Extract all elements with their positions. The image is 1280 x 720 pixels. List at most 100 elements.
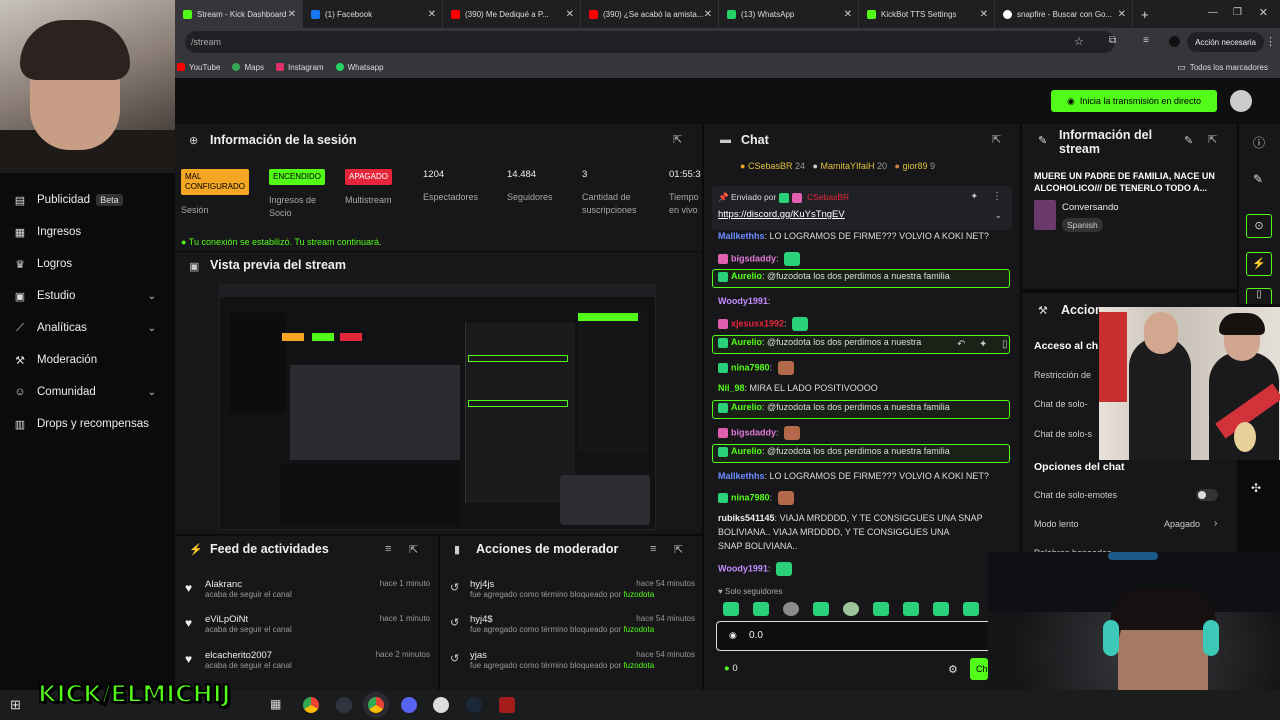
- chat-username[interactable]: nina7980: [731, 362, 770, 372]
- edit-icon[interactable]: ✎: [1184, 134, 1193, 147]
- profile-icon[interactable]: [1169, 36, 1180, 47]
- bookmark-youtube[interactable]: YouTube: [177, 63, 220, 72]
- sidebar-item-logros[interactable]: ♛ Logros: [14, 253, 164, 275]
- emote-icon[interactable]: [903, 602, 919, 616]
- sidebar-item-ingresos[interactable]: ▦ Ingresos: [14, 221, 164, 243]
- new-tab-button[interactable]: +: [1133, 0, 1157, 28]
- chat-username[interactable]: bigsdaddy: [731, 427, 776, 437]
- subs-only-option[interactable]: Chat de solo-s: [1034, 429, 1092, 439]
- pencil-icon[interactable]: ✎: [1253, 172, 1263, 186]
- tab-youtube-2[interactable]: (390) ¿Se acabó la amista... ✕: [581, 0, 719, 28]
- category-name[interactable]: Conversando: [1062, 202, 1119, 213]
- chat-message[interactable]: bigsdaddy:: [718, 426, 801, 440]
- settings-gear-icon[interactable]: ⚙: [948, 663, 958, 676]
- all-bookmarks[interactable]: ▭ Todos los marcadores: [1177, 62, 1268, 73]
- chevron-right-icon[interactable]: ›: [1214, 518, 1217, 529]
- media-control-icon[interactable]: ≡: [1143, 35, 1149, 46]
- share-icon[interactable]: ✣: [1251, 481, 1261, 495]
- discord-icon[interactable]: [401, 697, 417, 713]
- close-tab-icon[interactable]: ✕: [704, 9, 712, 20]
- close-tab-icon[interactable]: ✕: [428, 9, 436, 20]
- chat-message[interactable]: BOLIVIANA.. VIAJA MRDDDD, Y TE CONSIGGUE…: [718, 527, 950, 537]
- chat-message[interactable]: bigsdaddy:: [718, 252, 801, 266]
- popout-icon[interactable]: ⇱: [1208, 133, 1217, 146]
- sidebar-item-drops[interactable]: ▥ Drops y recompensas: [14, 413, 164, 435]
- minimize-icon[interactable]: —: [1208, 7, 1218, 18]
- bookmark-maps[interactable]: Maps: [232, 63, 264, 72]
- chat-message[interactable]: SNAP BOLIVIANA..: [718, 541, 797, 551]
- close-tab-icon[interactable]: ✕: [980, 9, 988, 20]
- extension-icon[interactable]: ⧉: [1109, 35, 1116, 46]
- chat-username[interactable]: Nil_98: [718, 383, 745, 393]
- mic-icon[interactable]: ◉: [729, 630, 737, 641]
- emote-icon[interactable]: [783, 602, 799, 616]
- sidebar-item-analiticas[interactable]: ⟋ Analíticas ⌄: [14, 317, 164, 339]
- popout-icon[interactable]: ⇱: [409, 543, 418, 556]
- sidebar-item-estudio[interactable]: ▣ Estudio ⌄: [14, 285, 164, 307]
- chat-message[interactable]: Aurelio: @fuzodota los dos perdimos a nu…: [718, 446, 950, 457]
- delete-icon[interactable]: ▯: [1002, 339, 1008, 350]
- chat-message[interactable]: Aurelio: @fuzodota los dos perdimos a nu…: [718, 337, 921, 348]
- sidebar-item-moderacion[interactable]: ⚒ Moderación: [14, 349, 164, 371]
- slow-mode-value[interactable]: Apagado: [1164, 519, 1200, 529]
- popout-icon[interactable]: ⇱: [674, 543, 683, 556]
- tab-whatsapp[interactable]: (13) WhatsApp ✕: [719, 0, 859, 28]
- emotes-only-toggle[interactable]: [1196, 489, 1218, 501]
- tab-kickbot[interactable]: KickBot TTS Settings ✕: [859, 0, 995, 28]
- chat-message[interactable]: nina7980:: [718, 491, 794, 505]
- emote-icon[interactable]: [753, 602, 769, 616]
- user-avatar[interactable]: [1230, 90, 1252, 112]
- chat-username[interactable]: Woody1991: [718, 296, 768, 306]
- close-tab-icon[interactable]: ✕: [844, 9, 852, 20]
- app-icon[interactable]: [433, 697, 449, 713]
- chat-username[interactable]: xjesusx1992: [731, 318, 784, 328]
- emote-icon[interactable]: [963, 602, 979, 616]
- chat-message[interactable]: xjesusx1992:: [718, 317, 809, 331]
- chat-username[interactable]: bigsdaddy: [731, 253, 776, 263]
- bookmark-instagram[interactable]: Instagram: [276, 63, 324, 72]
- menu-dots-icon[interactable]: ⋮: [1265, 35, 1276, 48]
- start-live-button[interactable]: ◉ Inicia la transmisión en directo: [1051, 90, 1217, 112]
- slow-mode-option[interactable]: Modo lento: [1034, 519, 1079, 529]
- chat-username[interactable]: rubiks541145: [718, 513, 775, 523]
- windows-start-icon[interactable]: ⊞: [10, 697, 21, 713]
- chat-message[interactable]: rubiks541145: VIAJA MRDDDD, Y TE CONSIGG…: [718, 513, 983, 523]
- chat-message[interactable]: Mallkethhs: LO LOGRAMOS DE FIRME??? VOLV…: [718, 471, 989, 481]
- info-icon[interactable]: ⓘ: [1253, 134, 1265, 151]
- sidebar-item-publicidad[interactable]: ▤ Publicidad Beta: [14, 189, 164, 211]
- bolt-icon[interactable]: ⚡: [1246, 252, 1272, 276]
- camera-icon[interactable]: ⊙: [1246, 214, 1272, 238]
- chat-message[interactable]: Nil_98: MIRA EL LADO POSITIVOOOO: [718, 383, 878, 393]
- chrome-icon[interactable]: [303, 697, 319, 713]
- chat-username[interactable]: Aurelio: [731, 402, 762, 412]
- emote-icon[interactable]: [843, 602, 859, 616]
- channel-points[interactable]: ● 0: [724, 663, 738, 674]
- followers-only-option[interactable]: Chat de solo-: [1034, 399, 1088, 409]
- chat-message[interactable]: Aurelio: @fuzodota los dos perdimos a nu…: [718, 402, 950, 413]
- close-tab-icon[interactable]: ✕: [1118, 9, 1126, 20]
- chat-input[interactable]: ◉ 0.0: [716, 621, 1012, 651]
- chat-username[interactable]: nina7980: [731, 492, 770, 502]
- chat-username[interactable]: Woody1991: [718, 563, 768, 573]
- emote-icon[interactable]: [813, 602, 829, 616]
- stream-preview-video[interactable]: [219, 284, 656, 530]
- close-window-icon[interactable]: ✕: [1259, 6, 1268, 19]
- tab-youtube-1[interactable]: (390) Me Dediqué a P... ✕: [443, 0, 581, 28]
- emote-icon[interactable]: [723, 602, 739, 616]
- tab-google-search[interactable]: snapfire - Buscar con Go... ✕: [995, 0, 1133, 28]
- trash-icon[interactable]: ▯: [1246, 288, 1272, 304]
- pin-icon[interactable]: ✦: [970, 191, 978, 202]
- chat-message[interactable]: Woody1991:: [718, 296, 770, 306]
- bookmark-star-icon[interactable]: ☆: [1074, 35, 1084, 48]
- close-tab-icon[interactable]: ✕: [288, 9, 296, 20]
- popout-icon[interactable]: ⇱: [673, 133, 682, 146]
- filter-icon[interactable]: ≡: [650, 543, 656, 555]
- chat-username[interactable]: Aurelio: [731, 337, 762, 347]
- tab-facebook[interactable]: (1) Facebook ✕: [303, 0, 443, 28]
- chat-message[interactable]: Mallkethhs: LO LOGRAMOS DE FIRME??? VOLV…: [718, 231, 989, 239]
- discord-link[interactable]: https://discord.gg/KuYsTngEV: [718, 209, 845, 220]
- dota-icon[interactable]: [499, 697, 515, 713]
- filter-icon[interactable]: ≡: [385, 543, 391, 555]
- chat-message[interactable]: Woody1991:: [718, 562, 792, 576]
- close-tab-icon[interactable]: ✕: [566, 9, 574, 20]
